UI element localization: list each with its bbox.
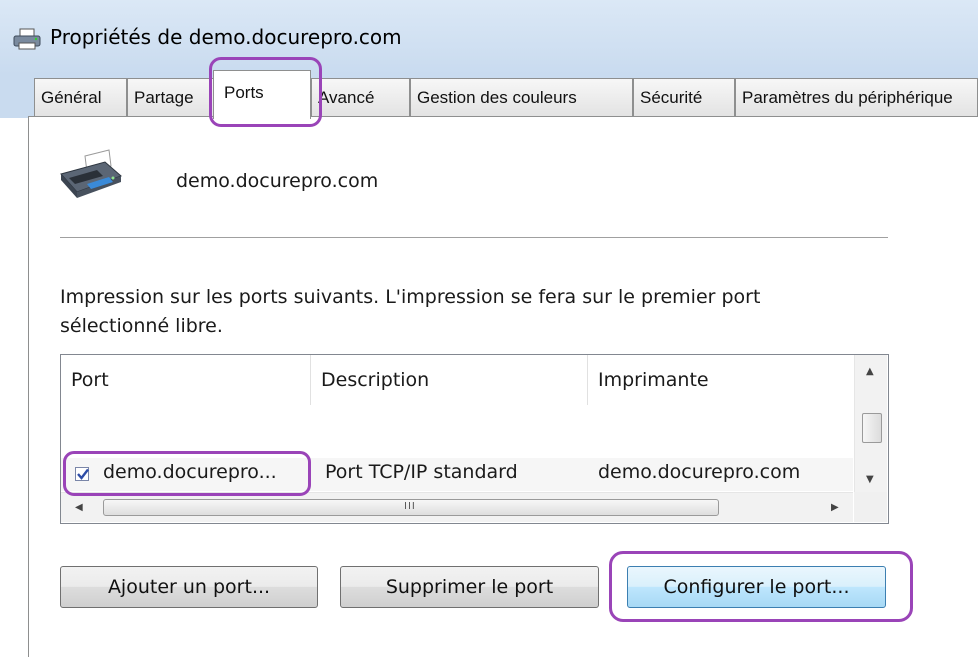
horizontal-scrollbar[interactable]: ◀ III ▶ bbox=[61, 492, 853, 522]
printer-icon bbox=[13, 28, 41, 50]
column-header-imprimante[interactable]: Imprimante bbox=[588, 355, 854, 405]
scrollbar-corner bbox=[854, 492, 887, 522]
scroll-up-icon[interactable]: ▲ bbox=[866, 367, 874, 377]
tab-parametres-peripherique[interactable]: Paramètres du périphérique bbox=[735, 78, 978, 116]
port-row-annotation bbox=[63, 451, 311, 496]
title-bar[interactable]: Propriétés de demo.docurepro.com bbox=[0, 0, 978, 74]
vertical-scroll-thumb[interactable] bbox=[862, 413, 882, 443]
configure-button-annotation bbox=[609, 551, 913, 622]
scroll-grip: III bbox=[404, 501, 416, 512]
printer-name: demo.docurepro.com bbox=[176, 170, 379, 192]
tab-general[interactable]: Général bbox=[34, 78, 127, 116]
tab-partage[interactable]: Partage bbox=[127, 78, 215, 116]
ports-list[interactable]: Port Description Imprimante demo.docurep… bbox=[60, 354, 889, 524]
ports-description: Impression sur les ports suivants. L'imp… bbox=[60, 286, 761, 337]
horizontal-scroll-thumb[interactable]: III bbox=[103, 499, 719, 516]
column-header-description[interactable]: Description bbox=[311, 355, 588, 405]
delete-port-button[interactable]: Supprimer le port bbox=[340, 566, 599, 608]
add-port-button[interactable]: Ajouter un port... bbox=[60, 566, 318, 608]
ports-tab-annotation bbox=[209, 57, 322, 127]
tab-avance[interactable]: Avancé bbox=[311, 78, 410, 116]
scroll-down-icon[interactable]: ▼ bbox=[866, 475, 874, 485]
tab-securite[interactable]: Sécurité bbox=[633, 78, 735, 116]
printer-icon bbox=[60, 149, 122, 198]
scroll-right-icon[interactable]: ▶ bbox=[831, 503, 839, 513]
vertical-scrollbar[interactable]: ▲ ▼ bbox=[854, 355, 887, 492]
tab-gestion-couleurs[interactable]: Gestion des couleurs bbox=[410, 78, 633, 116]
port-description: Port TCP/IP standard bbox=[325, 461, 518, 483]
scroll-left-icon[interactable]: ◀ bbox=[75, 503, 83, 513]
separator bbox=[60, 237, 888, 238]
window-title: Propriétés de demo.docurepro.com bbox=[50, 25, 402, 49]
port-printer: demo.docurepro.com bbox=[598, 461, 801, 483]
column-header-port[interactable]: Port bbox=[61, 355, 311, 405]
